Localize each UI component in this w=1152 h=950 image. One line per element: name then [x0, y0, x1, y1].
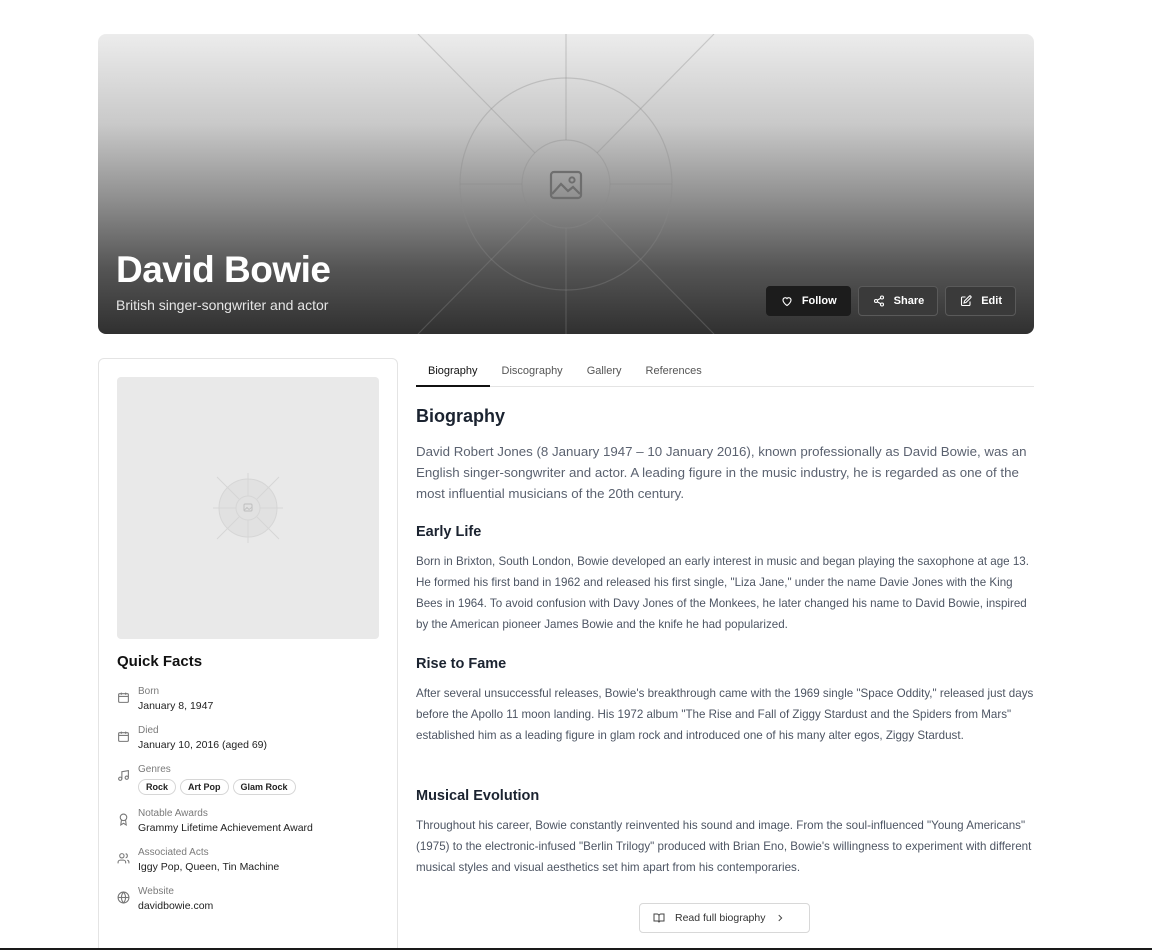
book-open-icon [653, 913, 665, 923]
fact-genres: Genres Rock Art Pop Glam Rock [117, 763, 296, 795]
edit-icon [961, 295, 972, 307]
fact-value: January 10, 2016 (aged 69) [138, 739, 268, 751]
share-button[interactable]: Share [857, 286, 939, 316]
share-icon [873, 295, 884, 307]
fact-website: Website davidbowie.com [117, 885, 213, 914]
fact-value: Grammy Lifetime Achievement Award [138, 822, 313, 834]
genre-tag[interactable]: Glam Rock [232, 779, 296, 795]
globe-icon [117, 891, 130, 904]
section-text-rise-to-fame: After several unsuccessful releases, Bow… [416, 687, 1034, 742]
biography-lead: David Robert Jones (8 January 1947 – 10 … [416, 444, 1027, 501]
fact-value: Iggy Pop, Queen, Tin Machine [138, 861, 280, 873]
fact-awards: Notable Awards Grammy Lifetime Achieveme… [117, 807, 313, 836]
artist-name: David Bowie [116, 249, 331, 290]
users-icon [117, 853, 130, 864]
section-text-musical-evolution: Throughout his career, Bowie constantly … [416, 819, 1032, 874]
award-icon [119, 813, 128, 826]
music-note-icon [118, 769, 129, 781]
share-label: Share [893, 295, 925, 307]
follow-button[interactable]: Follow [765, 286, 851, 316]
genre-tag[interactable]: Art Pop [180, 779, 229, 795]
edit-button[interactable]: Edit [945, 286, 1016, 316]
section-title-early-life: Early Life [416, 524, 482, 540]
fact-born: Born January 8, 1947 [117, 685, 213, 714]
section-title-musical-evolution: Musical Evolution [416, 788, 540, 804]
read-full-biography-label: Read full biography [675, 912, 766, 924]
fact-label: Genres [138, 764, 171, 775]
heart-icon [782, 297, 792, 307]
tab-discography[interactable]: Discography [490, 358, 575, 387]
fact-label: Notable Awards [138, 808, 208, 819]
fact-died: Died January 10, 2016 (aged 69) [117, 724, 267, 753]
image-placeholder-icon [549, 170, 583, 200]
read-full-biography-button[interactable]: Read full biography [639, 903, 810, 933]
fact-label: Died [138, 725, 159, 736]
edit-label: Edit [981, 295, 1002, 307]
image-placeholder-graphic [213, 473, 283, 543]
follow-label: Follow [801, 295, 837, 307]
artist-photo-placeholder [117, 377, 379, 639]
content-tabs: Biography Discography Gallery References [416, 358, 1034, 387]
calendar-icon [118, 692, 129, 703]
chevron-right-icon [778, 914, 783, 922]
tab-biography[interactable]: Biography [416, 358, 490, 387]
hero-actions: Follow Share Edit [765, 286, 1016, 316]
genre-tag[interactable]: Rock [138, 779, 177, 795]
fact-value: January 8, 1947 [138, 700, 214, 712]
fact-label: Website [138, 886, 174, 897]
fact-associated-acts: Associated Acts Iggy Pop, Queen, Tin Mac… [117, 846, 279, 875]
fact-label: Associated Acts [138, 847, 209, 858]
tab-references[interactable]: References [634, 358, 714, 387]
biography-heading: Biography [416, 406, 506, 426]
section-title-rise-to-fame: Rise to Fame [416, 656, 507, 672]
hero-banner: David Bowie British singer-songwriter an… [98, 34, 1034, 334]
fact-label: Born [138, 686, 160, 697]
quick-facts-title: Quick Facts [117, 653, 203, 670]
genre-tags: Rock Art Pop Glam Rock [138, 779, 296, 795]
calendar-icon [118, 731, 129, 742]
website-link[interactable]: davidbowie.com [138, 899, 213, 914]
tab-gallery[interactable]: Gallery [575, 358, 634, 387]
artist-subtitle: British singer-songwriter and actor [116, 297, 329, 313]
section-text-early-life: Born in Brixton, South London, Bowie dev… [416, 555, 1029, 631]
quick-facts-card: Quick Facts Born January 8, 1947 Died Ja… [98, 358, 398, 950]
